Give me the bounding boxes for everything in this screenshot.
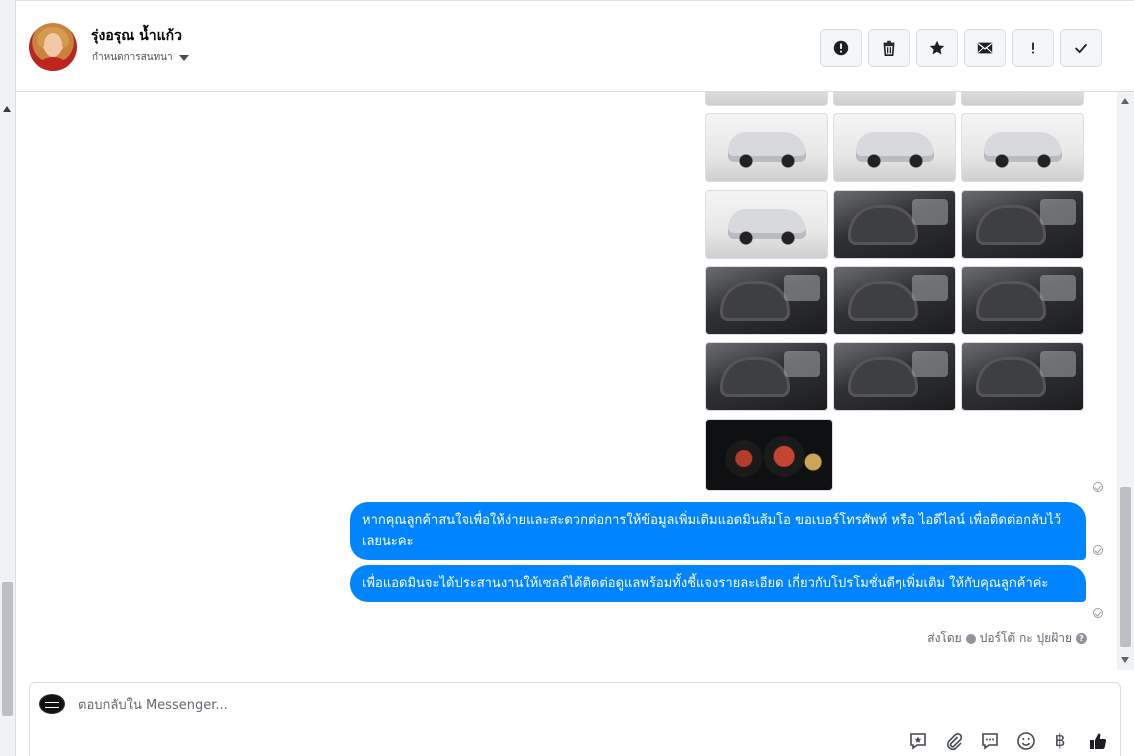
car-photo-thumbnail[interactable] <box>961 266 1084 335</box>
check-icon <box>1074 43 1088 54</box>
left-scroll-up-icon[interactable] <box>3 106 11 112</box>
thumbs-up-icon <box>1090 733 1107 749</box>
contact-name[interactable]: รุ่งอรุณ น้ำแก้ว <box>91 25 182 47</box>
car-photo-thumbnail[interactable] <box>833 190 956 259</box>
verified-icon <box>965 633 976 644</box>
car-photo-thumbnail[interactable] <box>961 190 1084 259</box>
help-icon[interactable]: ? <box>1076 633 1087 644</box>
emoji-button[interactable] <box>1014 729 1038 753</box>
left-scroll-strip <box>0 0 16 756</box>
mark-unread-button[interactable] <box>964 29 1006 67</box>
car-photo-thumbnail[interactable] <box>833 342 956 411</box>
chat-bubble-icon <box>982 733 998 750</box>
seen-check-icon <box>1093 482 1103 492</box>
exclamation-icon <box>1032 42 1034 54</box>
spam-button[interactable] <box>820 29 862 67</box>
saved-reply-icon <box>910 733 926 750</box>
caret-down-icon <box>178 54 189 61</box>
scrollbar-thumb[interactable] <box>1120 487 1131 647</box>
car-photo-thumbnail[interactable] <box>961 113 1084 182</box>
thread-scrollbar[interactable] <box>1117 92 1134 670</box>
car-photo-thumbnail[interactable] <box>833 92 956 106</box>
reply-input[interactable] <box>78 693 1078 717</box>
car-photo-thumbnail[interactable] <box>961 92 1084 106</box>
emoji-icon <box>1017 732 1035 750</box>
star-icon <box>929 40 945 55</box>
car-photo-thumbnail[interactable] <box>705 113 828 182</box>
envelope-icon <box>977 42 993 54</box>
car-photo-thumbnail[interactable] <box>705 190 828 259</box>
outgoing-message[interactable]: หากคุณลูกค้าสนใจเพื่อให้ง่ายและสะดวกต่อก… <box>350 502 1086 560</box>
car-photo-thumbnail[interactable] <box>833 113 956 182</box>
scroll-up-icon[interactable] <box>1121 98 1129 104</box>
message-thread[interactable]: หากคุณลูกค้าสนใจเพื่อให้ง่ายและสะดวกต่อก… <box>16 92 1117 670</box>
scroll-down-icon[interactable] <box>1121 657 1129 663</box>
seen-check-icon <box>1093 545 1103 555</box>
delete-button[interactable] <box>868 29 910 67</box>
car-photo-thumbnail[interactable] <box>705 266 828 335</box>
page-logo-icon <box>39 694 65 714</box>
sender-name[interactable]: ปอร์โต้ กะ ปุยฝ้าย <box>980 629 1072 648</box>
done-button[interactable] <box>1060 29 1102 67</box>
quick-reply-button[interactable] <box>978 729 1002 753</box>
reply-composer: ฿ <box>29 682 1121 756</box>
car-photo-thumbnail[interactable] <box>705 419 833 491</box>
sent-by-label: ส่งโดย <box>927 631 962 645</box>
payment-button[interactable]: ฿ <box>1048 729 1072 753</box>
outgoing-message[interactable]: เพื่อแอดมินจะได้ประสานงานให้เซลล์ได้ติดต… <box>350 565 1086 602</box>
left-scrollbar-thumb[interactable] <box>2 582 13 716</box>
attach-button[interactable] <box>942 729 966 753</box>
car-photo-thumbnail[interactable] <box>961 342 1084 411</box>
star-button[interactable] <box>916 29 958 67</box>
alert-circle-icon <box>833 40 849 56</box>
like-button[interactable] <box>1086 729 1110 753</box>
important-button[interactable] <box>1012 29 1054 67</box>
trash-icon <box>883 40 895 57</box>
sent-by-info: ส่งโดย ปอร์โต้ กะ ปุยฝ้าย ? <box>927 629 1087 648</box>
baht-icon: ฿ <box>1054 731 1066 751</box>
avatar[interactable] <box>29 23 77 71</box>
conversation-settings-dropdown[interactable]: กำหนดการสนทนา <box>92 50 189 65</box>
car-photo-thumbnail[interactable] <box>705 92 828 106</box>
car-photo-thumbnail[interactable] <box>705 342 828 411</box>
seen-check-icon <box>1093 608 1103 618</box>
attachment-icon <box>947 732 963 751</box>
conversation-header: รุ่งอรุณ น้ำแก้ว กำหนดการสนทนา <box>16 0 1134 92</box>
conversation-settings-label: กำหนดการสนทนา <box>92 52 173 63</box>
saved-reply-button[interactable] <box>906 729 930 753</box>
car-photo-thumbnail[interactable] <box>833 266 956 335</box>
